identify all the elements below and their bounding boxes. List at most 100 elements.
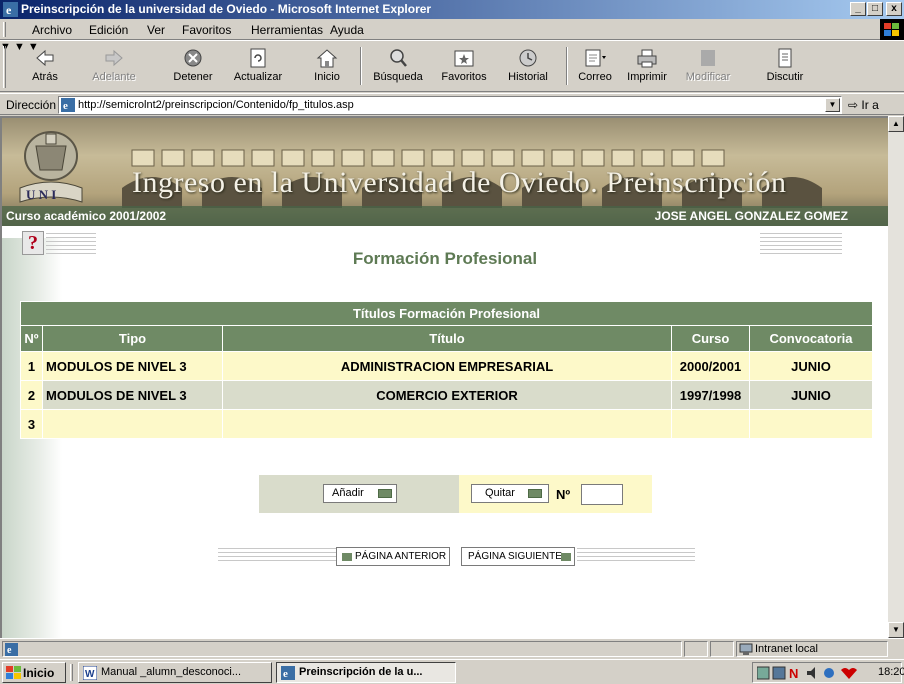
mail-button[interactable]: Correo: [572, 44, 618, 90]
window-titlebar[interactable]: e Preinscripción de la universidad de Ov…: [0, 0, 904, 19]
address-bar: Dirección e http://semicrolnt2/preinscri…: [0, 93, 904, 115]
svg-text:N: N: [789, 666, 798, 680]
address-input[interactable]: e http://semicrolnt2/preinscripcion/Cont…: [58, 96, 842, 114]
maximize-button[interactable]: □: [867, 2, 883, 16]
search-button[interactable]: Búsqueda: [366, 44, 430, 90]
table-row[interactable]: 3: [20, 409, 873, 439]
menu-favoritos[interactable]: Favoritos: [182, 23, 231, 37]
number-label: Nº: [556, 487, 571, 502]
taskbar-separator: [70, 664, 73, 681]
address-dropdown-icon[interactable]: ▼: [825, 98, 840, 112]
cell-convocatoria: JUNIO: [749, 380, 873, 410]
task-button-word[interactable]: W Manual _alumn_desconoci...: [78, 662, 272, 683]
home-label: Inicio: [314, 71, 340, 83]
cell-tipo: MODULOS DE NIVEL 3: [42, 351, 223, 381]
address-url: http://semicrolnt2/preinscripcion/Conten…: [78, 99, 354, 111]
windows-flag-icon: [6, 666, 21, 679]
svg-text:U N I: U N I: [26, 187, 56, 202]
refresh-button[interactable]: Actualizar: [226, 44, 290, 90]
window-title: Preinscripción de la universidad de Ovie…: [21, 2, 432, 16]
go-button[interactable]: ⇨ Ir a: [848, 98, 879, 112]
svg-text:e: e: [63, 100, 68, 112]
print-button[interactable]: Imprimir: [622, 44, 672, 90]
cell-convocatoria: [749, 409, 873, 439]
task-button-ie[interactable]: e Preinscripción de la u...: [276, 662, 456, 683]
decorative-lines: [577, 548, 695, 564]
add-button[interactable]: Añadir: [323, 484, 397, 503]
svg-text:e: e: [7, 645, 12, 656]
vertical-scrollbar[interactable]: ▲ ▼: [888, 116, 904, 638]
start-label: Inicio: [23, 666, 55, 680]
menu-ver[interactable]: Ver: [147, 23, 165, 37]
standard-toolbar: Atrás ▼ Adelante ▼ Detener Actualizar In…: [0, 40, 904, 92]
table-row[interactable]: 1 MODULOS DE NIVEL 3 ADMINISTRACION EMPR…: [20, 351, 873, 381]
favorites-button[interactable]: Favoritos: [432, 44, 496, 90]
forward-label: Adelante: [92, 71, 136, 83]
task-label: Manual _alumn_desconoci...: [101, 666, 242, 678]
print-icon: [637, 49, 657, 68]
menu-edicion[interactable]: Edición: [89, 23, 128, 37]
toolbar-grip[interactable]: [3, 46, 6, 88]
system-tray: N 18:20: [752, 662, 904, 683]
row-number: 1: [20, 351, 43, 381]
discuss-button[interactable]: Discutir: [760, 44, 810, 90]
cell-convocatoria: JUNIO: [749, 351, 873, 381]
print-label: Imprimir: [627, 71, 667, 83]
status-cell: [684, 641, 708, 657]
forward-button[interactable]: Adelante: [86, 44, 142, 90]
previous-page-button[interactable]: PÁGINA ANTERIOR: [336, 547, 450, 566]
cell-titulo: [222, 409, 672, 439]
university-crest-logo: U N I: [19, 131, 83, 203]
windows-logo-icon: [880, 19, 904, 40]
internet-explorer-icon: e: [3, 2, 18, 17]
cell-curso: 1997/1998: [671, 380, 750, 410]
svg-text:e: e: [283, 668, 288, 680]
security-zone: Intranet local: [736, 641, 888, 657]
internet-explorer-icon: e: [281, 666, 295, 680]
task-label: Preinscripción de la u...: [299, 666, 423, 678]
next-page-button[interactable]: PÁGINA SIGUIENTE: [461, 547, 575, 566]
user-name: JOSE ANGEL GONZALEZ GOMEZ: [654, 209, 848, 223]
start-button[interactable]: Inicio: [2, 662, 66, 683]
edit-button[interactable]: Modificar: [680, 44, 736, 90]
back-arrow-icon: [36, 49, 54, 67]
home-button[interactable]: Inicio: [306, 44, 348, 90]
menu-ayuda[interactable]: Ayuda: [330, 23, 364, 37]
clock: 18:20: [878, 666, 904, 678]
table-caption: Títulos Formación Profesional: [20, 301, 873, 326]
cell-titulo: COMERCIO EXTERIOR: [222, 380, 672, 410]
cell-tipo: [42, 409, 223, 439]
stop-icon: [184, 49, 202, 67]
mail-icon: [585, 49, 606, 67]
mail-label: Correo: [578, 71, 612, 83]
menu-herramientas[interactable]: Herramientas: [251, 23, 323, 37]
column-header-tipo: Tipo: [42, 325, 223, 352]
page-icon: e: [61, 98, 75, 112]
taskbar: Inicio W Manual _alumn_desconoci... e Pr…: [0, 659, 904, 684]
stop-button[interactable]: Detener: [166, 44, 220, 90]
back-button[interactable]: Atrás: [20, 44, 70, 90]
remove-button[interactable]: Quitar: [471, 484, 549, 503]
search-icon: [390, 49, 407, 67]
discuss-icon: [778, 48, 792, 68]
scroll-down-icon[interactable]: ▼: [888, 622, 904, 638]
row-number-input[interactable]: [581, 484, 623, 505]
column-header-convocatoria: Convocatoria: [749, 325, 873, 352]
history-button[interactable]: Historial: [500, 44, 556, 90]
search-label: Búsqueda: [373, 71, 423, 83]
close-button[interactable]: x: [886, 2, 902, 16]
prev-square-icon: [342, 553, 352, 561]
menu-archivo[interactable]: Archivo: [32, 23, 72, 37]
discuss-label: Discutir: [766, 71, 804, 83]
forward-arrow-icon: [105, 49, 123, 67]
menubar-grip[interactable]: [3, 22, 6, 37]
refresh-label: Actualizar: [233, 71, 283, 83]
status-text-area: e: [2, 641, 682, 657]
row-number: 2: [20, 380, 43, 410]
scroll-up-icon[interactable]: ▲: [888, 116, 904, 132]
remove-label: Quitar: [485, 487, 515, 499]
action-bar: Añadir Quitar Nº: [259, 475, 652, 513]
table-row[interactable]: 2 MODULOS DE NIVEL 3 COMERCIO EXTERIOR 1…: [20, 380, 873, 410]
minimize-button[interactable]: _: [850, 2, 866, 16]
add-square-icon: [378, 489, 392, 498]
